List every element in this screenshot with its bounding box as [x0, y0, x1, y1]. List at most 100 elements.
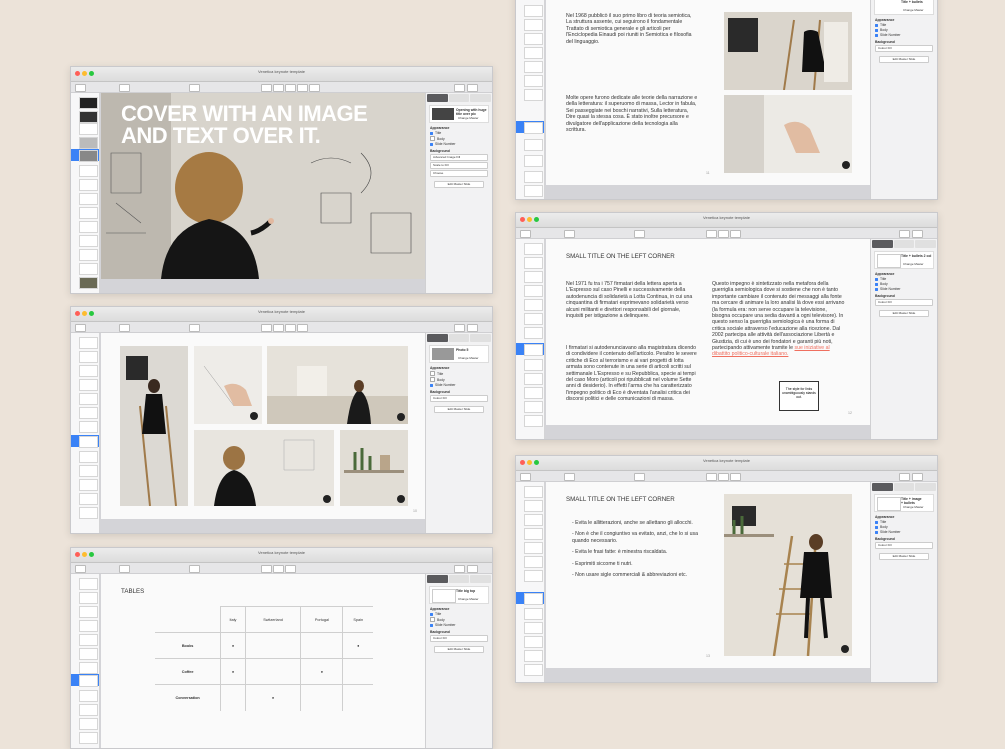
slide-thumbnail[interactable] — [79, 493, 98, 505]
title-option[interactable]: Title — [430, 612, 488, 616]
slide-thumbnail[interactable] — [524, 243, 543, 255]
body-option[interactable]: Body — [875, 28, 933, 32]
format-button[interactable] — [454, 84, 465, 92]
checkbox[interactable] — [875, 23, 878, 27]
slide-thumbnail[interactable] — [79, 249, 98, 261]
slide-thumbnail[interactable] — [79, 111, 98, 123]
body-option[interactable]: Body — [875, 282, 933, 286]
slide-layout-card[interactable]: Title + bullets 2 col Change Master — [874, 251, 934, 269]
edit-master-slide-button[interactable]: Edit Master Slide — [434, 406, 484, 413]
slide-thumbnail[interactable] — [524, 75, 543, 87]
change-master-button[interactable]: Change Master — [903, 262, 924, 266]
checkbox[interactable] — [430, 131, 433, 135]
checkbox[interactable] — [875, 28, 878, 32]
column-two-paragraph[interactable]: Questo impegno è sintetizzato nella meta… — [712, 281, 846, 358]
scale-select[interactable]: Scale to Fill — [430, 162, 488, 169]
table-button[interactable] — [706, 473, 717, 481]
animate-button[interactable] — [467, 324, 478, 332]
fill-type-select[interactable]: Colour Fill — [875, 542, 933, 549]
body-option[interactable]: Body — [430, 136, 488, 141]
column-one-paragraph-two[interactable]: I firmatari si autodenunciavano alla mag… — [566, 345, 698, 403]
checkbox[interactable] — [875, 277, 878, 281]
body-option[interactable]: Body — [430, 377, 488, 382]
checkbox[interactable] — [430, 617, 435, 622]
play-button[interactable] — [634, 230, 645, 238]
checkbox[interactable] — [875, 520, 878, 524]
slide-thumbnail[interactable] — [79, 704, 98, 716]
play-button[interactable] — [189, 84, 200, 92]
animate-button[interactable] — [467, 565, 478, 573]
format-tab[interactable] — [427, 334, 448, 342]
checkbox[interactable] — [430, 136, 435, 141]
change-master-button[interactable]: Change Master — [458, 597, 479, 601]
slide-thumbnail[interactable] — [524, 514, 543, 526]
list-item[interactable]: - Non è che il congiuntivo va evitato, a… — [572, 531, 712, 544]
table-button[interactable] — [261, 324, 272, 332]
document-tab[interactable] — [470, 334, 492, 342]
view-button[interactable] — [75, 565, 86, 573]
table-button[interactable] — [261, 84, 272, 92]
slide-thumbnail[interactable] — [524, 636, 543, 648]
change-master-button[interactable]: Change Master — [458, 356, 479, 360]
slide-thumbnail[interactable] — [79, 407, 98, 419]
slide-thumbnail[interactable] — [79, 662, 98, 674]
slide-thumbnail[interactable] — [79, 263, 98, 275]
animate-button[interactable] — [912, 473, 923, 481]
slide-thumbnail[interactable] — [79, 277, 98, 289]
choose-image-button[interactable]: Choose — [430, 170, 488, 177]
play-button[interactable] — [189, 565, 200, 573]
change-master-button[interactable]: Change Master — [458, 116, 479, 120]
format-tab[interactable] — [872, 240, 893, 248]
slide-title[interactable]: SMALL TITLE ON THE LEFT CORNER — [566, 253, 675, 260]
slide-thumbnail[interactable] — [79, 165, 98, 177]
slide-thumbnail[interactable] — [79, 137, 98, 149]
zoom-button[interactable] — [119, 84, 130, 92]
slide-thumbnail[interactable] — [524, 650, 543, 662]
slide-thumbnail[interactable] — [524, 122, 543, 134]
slide-thumbnail[interactable] — [79, 592, 98, 604]
slide-thumbnail[interactable] — [524, 285, 543, 297]
slide-thumbnail[interactable] — [524, 415, 543, 427]
slide-thumbnail[interactable] — [524, 344, 543, 356]
zoom-button[interactable] — [119, 324, 130, 332]
animate-tab[interactable] — [448, 334, 470, 342]
slide-number-option[interactable]: Slide Number — [430, 383, 488, 387]
text-button[interactable] — [285, 84, 296, 92]
slide-thumbnail[interactable] — [79, 393, 98, 405]
title-option[interactable]: Title — [875, 520, 933, 524]
slide-thumbnail[interactable] — [79, 718, 98, 730]
slide-layout-card[interactable]: Title + image + bullets Change Master — [874, 494, 934, 512]
slide-thumbnail[interactable] — [79, 235, 98, 247]
paragraph-one[interactable]: Nel 1968 pubblicò il suo primo libro di … — [566, 13, 698, 45]
text-photo-slide[interactable]: Nel 1968 pubblicò il suo primo libro di … — [546, 0, 871, 185]
slide-navigator[interactable] — [71, 574, 100, 748]
chart-button[interactable] — [273, 565, 284, 573]
table-button[interactable] — [261, 565, 272, 573]
slide-number-option[interactable]: Slide Number — [875, 287, 933, 291]
checkbox[interactable] — [430, 623, 433, 627]
format-button[interactable] — [454, 324, 465, 332]
checkbox[interactable] — [875, 525, 878, 529]
bullet-list[interactable]: - Evita le allitterazioni, anche se alle… — [566, 520, 712, 583]
fill-type-select[interactable]: Colour Fill — [430, 635, 488, 642]
slide-thumbnail[interactable] — [524, 593, 543, 605]
view-button[interactable] — [75, 84, 86, 92]
edit-master-slide-button[interactable]: Edit Master Slide — [434, 646, 484, 653]
cover-title[interactable]: COVER WITH AN IMAGE AND TEXT OVER IT. — [121, 103, 381, 147]
change-master-button[interactable]: Change Master — [903, 8, 924, 12]
slide-thumbnail[interactable] — [79, 379, 98, 391]
list-item[interactable]: - Evita le allitterazioni, anche se alle… — [572, 520, 712, 526]
edit-master-slide-button[interactable]: Edit Master Slide — [879, 310, 929, 317]
format-tab[interactable] — [427, 94, 448, 102]
edit-master-slide-button[interactable]: Edit Master Slide — [434, 181, 484, 188]
text-button[interactable] — [730, 473, 741, 481]
slide-thumbnail[interactable] — [524, 271, 543, 283]
paragraph-two[interactable]: Molte opere furono dedicate alle teorie … — [566, 95, 698, 133]
slide-thumbnail[interactable] — [79, 97, 98, 109]
animate-tab[interactable] — [893, 240, 915, 248]
slide-thumbnail[interactable] — [79, 675, 98, 687]
slide-thumbnail[interactable] — [524, 387, 543, 399]
checkbox[interactable] — [875, 530, 878, 534]
slide-thumbnail[interactable] — [524, 33, 543, 45]
slide-thumbnail[interactable] — [524, 528, 543, 540]
